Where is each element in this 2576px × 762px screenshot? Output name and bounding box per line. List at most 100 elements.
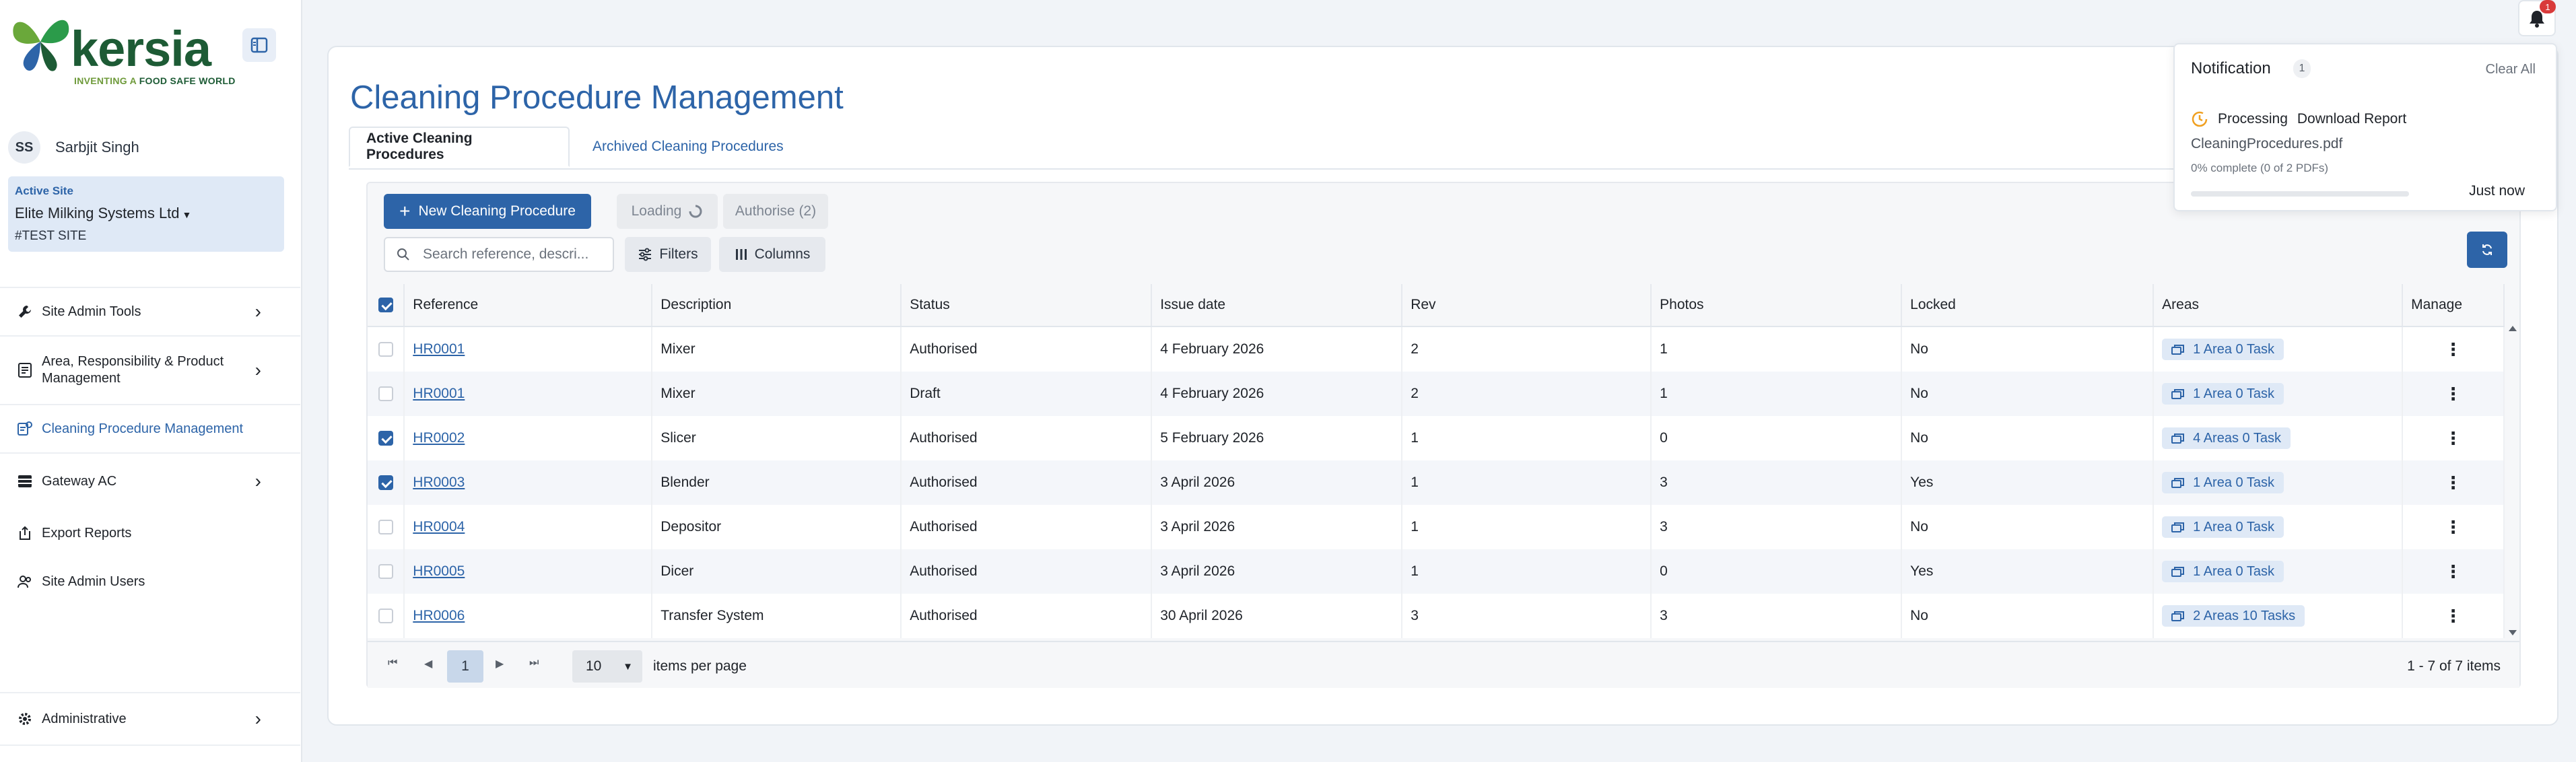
filters-button[interactable]: Filters (625, 237, 711, 272)
row-select-cell[interactable] (368, 505, 405, 549)
locked-cell: No (1901, 416, 2155, 460)
last-page-icon[interactable]: ⏭ (529, 657, 539, 669)
areas-badge[interactable]: 1 Area 0 Task (2162, 339, 2284, 360)
prev-page-icon[interactable]: ◀ (424, 657, 432, 670)
tab-archived-procedures[interactable]: Archived Cleaning Procedures (576, 127, 800, 167)
reference-cell: HR0001 (404, 372, 653, 416)
areas-badge[interactable]: 1 Area 0 Task (2162, 383, 2284, 405)
search-input[interactable] (421, 246, 606, 263)
kebab-menu-icon[interactable]: ⋮ (2445, 339, 2462, 359)
description-cell: Mixer (652, 372, 902, 416)
column-header-description[interactable]: Description (652, 284, 902, 327)
row-select-cell[interactable] (368, 416, 405, 460)
kebab-menu-icon[interactable]: ⋮ (2445, 517, 2462, 537)
column-header-issue-date[interactable]: Issue date (1151, 284, 1403, 327)
nav-label: Cleaning Procedure Management (42, 421, 244, 436)
table-row[interactable]: HR0001 Mixer Authorised 4 February 2026 2 1 No… (368, 326, 2505, 372)
row-checkbox[interactable] (378, 564, 393, 580)
user-profile[interactable]: SS Sarbjit Singh (8, 129, 139, 166)
authorise-button[interactable]: Authorise (2) (723, 194, 828, 229)
loading-button[interactable]: Loading (617, 194, 718, 229)
row-checkbox[interactable] (378, 475, 393, 491)
kebab-menu-icon[interactable]: ⋮ (2445, 428, 2462, 448)
column-header-locked[interactable]: Locked (1901, 284, 2155, 327)
column-header-status[interactable]: Status (901, 284, 1153, 327)
nav-site-admin-tools[interactable]: Site Admin Tools › (0, 287, 300, 335)
photos-cell: 3 (1651, 594, 1903, 638)
vertical-scrollbar[interactable] (2506, 284, 2519, 641)
kebab-menu-icon[interactable]: ⋮ (2445, 473, 2462, 493)
chevron-right-icon: › (255, 301, 261, 322)
reference-link[interactable]: HR0006 (413, 608, 465, 623)
refresh-button[interactable] (2467, 232, 2507, 268)
row-checkbox[interactable] (378, 520, 393, 535)
row-select-cell[interactable] (368, 549, 405, 594)
table-row[interactable]: HR0005 Dicer Authorised 3 April 2026 1 0 Yes 1 … (368, 549, 2505, 594)
areas-badge[interactable]: 4 Areas 0 Task (2162, 427, 2291, 449)
reference-link[interactable]: HR0001 (413, 341, 465, 357)
table-row[interactable]: HR0003 Blender Authorised 3 April 2026 1 3 Yes… (368, 460, 2505, 505)
row-checkbox[interactable] (378, 386, 393, 402)
column-header-rev[interactable]: Rev (1402, 284, 1652, 327)
reference-link[interactable]: HR0005 (413, 563, 465, 579)
description-cell: Depositor (652, 505, 902, 549)
page-size-select[interactable]: 10 ▼ (572, 650, 642, 683)
areas-badge[interactable]: 1 Area 0 Task (2162, 516, 2284, 538)
nav-area-responsibility-product[interactable]: Area, Responsibility & Product Managemen… (0, 335, 300, 404)
table-row[interactable]: HR0002 Slicer Authorised 5 February 2026 1 0 N… (368, 416, 2505, 460)
select-all-checkbox[interactable] (378, 298, 393, 313)
active-site-label: Active Site (15, 184, 73, 197)
kebab-menu-icon[interactable]: ⋮ (2445, 561, 2462, 582)
table-row[interactable]: HR0001 Mixer Draft 4 February 2026 2 1 No 1 Are… (368, 372, 2505, 416)
search-box[interactable] (384, 237, 614, 272)
table-row[interactable]: HR0004 Depositor Authorised 3 April 2026 1 3 N… (368, 505, 2505, 549)
table-header-row: Reference Description Status Issue date … (368, 284, 2505, 327)
row-checkbox[interactable] (378, 609, 393, 624)
columns-button[interactable]: Columns (719, 237, 825, 272)
areas-badge[interactable]: 2 Areas 10 Tasks (2162, 605, 2305, 627)
reference-link[interactable]: HR0004 (413, 519, 465, 534)
active-site-selector[interactable]: Active Site Elite Milking Systems Ltd ▼ #… (8, 176, 284, 252)
nav-export-reports[interactable]: Export Reports (0, 509, 300, 557)
areas-badge[interactable]: 1 Area 0 Task (2162, 561, 2284, 582)
locked-cell: No (1901, 505, 2155, 549)
column-header-areas[interactable]: Areas (2153, 284, 2404, 327)
nav-gateway-ac[interactable]: Gateway AC › (0, 452, 300, 509)
select-all-header[interactable] (368, 284, 405, 327)
nav-cleaning-procedure-management[interactable]: Cleaning Procedure Management (0, 404, 300, 452)
areas-cell: 1 Area 0 Task (2153, 505, 2404, 549)
clear-all-button[interactable]: Clear All (2486, 62, 2536, 77)
row-checkbox[interactable] (378, 431, 393, 446)
row-checkbox[interactable] (378, 342, 393, 357)
notification-title: Notification (2191, 59, 2271, 77)
reference-link[interactable]: HR0003 (413, 475, 465, 490)
tab-active-procedures[interactable]: Active Cleaning Procedures (349, 127, 570, 167)
layers-icon (2171, 434, 2185, 444)
nav-label: Site Admin Tools (42, 304, 141, 319)
row-select-cell[interactable] (368, 326, 405, 372)
kersia-logo: kersia INVENTING A FOOD SAFE WORLD (7, 8, 235, 86)
next-page-icon[interactable]: ▶ (496, 657, 504, 670)
collapse-sidebar-button[interactable] (242, 28, 276, 62)
dropdown-arrow-icon: ▼ (623, 660, 633, 672)
first-page-icon[interactable]: ⏮ (388, 657, 397, 669)
site-name-dropdown[interactable]: Elite Milking Systems Ltd ▼ (15, 205, 191, 222)
column-header-reference[interactable]: Reference (404, 284, 653, 327)
kebab-menu-icon[interactable]: ⋮ (2445, 384, 2462, 404)
notification-item-header: Processing Download Report (2191, 110, 2406, 128)
areas-badge[interactable]: 1 Area 0 Task (2162, 472, 2284, 493)
row-select-cell[interactable] (368, 460, 405, 505)
column-header-photos[interactable]: Photos (1651, 284, 1903, 327)
reference-link[interactable]: HR0002 (413, 430, 465, 446)
photos-cell: 0 (1651, 549, 1903, 594)
table-row[interactable]: HR0006 Transfer System Authorised 30 April … (368, 594, 2505, 638)
row-select-cell[interactable] (368, 594, 405, 638)
nav-administrative[interactable]: Administrative › (0, 692, 300, 746)
kebab-menu-icon[interactable]: ⋮ (2445, 606, 2462, 626)
new-procedure-button[interactable]: + New Cleaning Procedure (384, 194, 591, 229)
row-select-cell[interactable] (368, 372, 405, 416)
page-number-button[interactable]: 1 (447, 650, 483, 683)
nav-site-admin-users[interactable]: Site Admin Users (0, 557, 300, 606)
reference-link[interactable]: HR0001 (413, 386, 465, 401)
notification-badge: 1 (2540, 0, 2556, 13)
